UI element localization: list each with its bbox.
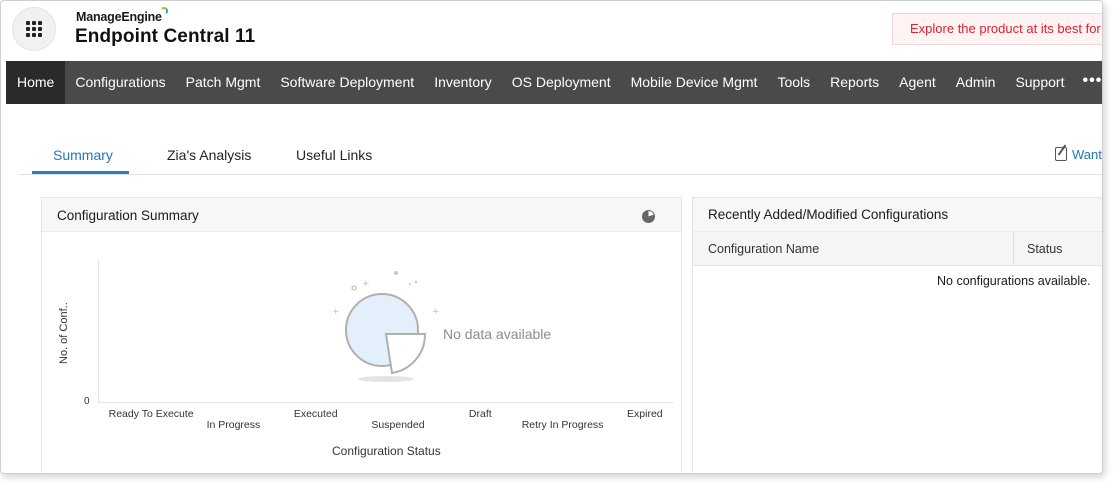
nav-item-os-deployment[interactable]: OS Deployment <box>502 61 621 104</box>
app-window: ManageEngine Endpoint Central 11 Explore… <box>0 0 1103 474</box>
want-link-label: Want <box>1072 147 1102 162</box>
grid-icon <box>26 21 42 37</box>
nav-item-support[interactable]: Support <box>1005 61 1074 104</box>
app-launcher-button[interactable] <box>12 7 56 51</box>
want-link[interactable]: Want <box>1055 147 1102 162</box>
configuration-chart: No. of Conf.. 0 + + + No data available … <box>42 232 682 473</box>
more-menu-icon[interactable]: ••• <box>1074 61 1102 104</box>
svg-text:+: + <box>432 307 440 317</box>
x-tick-label: Ready To Execute <box>108 408 194 420</box>
x-tick-label: Draft <box>468 408 492 420</box>
y-axis-label: No. of Conf.. <box>58 302 70 364</box>
x-tick-label: In Progress <box>206 419 261 431</box>
promo-banner[interactable]: Explore the product at its best for 2 <box>892 13 1102 45</box>
recent-configurations-panel: Recently Added/Modified Configurations C… <box>692 197 1102 473</box>
x-tick-label: Suspended <box>371 419 425 431</box>
x-axis <box>98 402 674 403</box>
empty-table-message: No configurations available. <box>937 274 1091 288</box>
header: ManageEngine Endpoint Central 11 Explore… <box>1 1 1102 61</box>
x-tick-label: Expired <box>627 408 663 420</box>
nav-item-home[interactable]: Home <box>6 61 66 104</box>
empty-pie-illustration: + + + <box>332 271 440 382</box>
panel-title: Configuration Summary <box>57 208 199 223</box>
tab-summary[interactable]: Summary <box>53 147 113 163</box>
manageengine-logo: ManageEngine <box>76 7 168 24</box>
nav-item-software-deployment[interactable]: Software Deployment <box>270 61 424 104</box>
panel-title: Recently Added/Modified Configurations <box>708 207 949 222</box>
tab-bar: Summary Zia's Analysis Useful Links <box>19 139 1102 175</box>
tab-zias-analysis[interactable]: Zia's Analysis <box>167 147 251 163</box>
nav-item-reports[interactable]: Reports <box>820 61 889 104</box>
nav-item-inventory[interactable]: Inventory <box>424 61 502 104</box>
nav-item-patch-mgmt[interactable]: Patch Mgmt <box>176 61 271 104</box>
svg-text:+: + <box>332 307 340 317</box>
brand-name: ManageEngine <box>76 10 162 24</box>
active-tab-indicator <box>32 171 129 174</box>
nav-item-mobile-device-mgmt[interactable]: Mobile Device Mgmt <box>621 61 768 104</box>
x-tick-label: Executed <box>293 408 338 420</box>
column-configuration-name[interactable]: Configuration Name <box>708 242 819 256</box>
nav-item-tools[interactable]: Tools <box>767 61 820 104</box>
logo-arc-icon <box>160 7 168 15</box>
pie-chart-icon[interactable] <box>642 210 655 223</box>
column-status[interactable]: Status <box>1027 242 1062 256</box>
svg-text:+: + <box>362 279 370 289</box>
nav-item-configurations[interactable]: Configurations <box>65 61 175 104</box>
no-data-message: No data available <box>443 326 552 342</box>
edit-note-icon <box>1055 147 1067 161</box>
y-tick-zero: 0 <box>84 396 90 407</box>
product-title: Endpoint Central 11 <box>75 26 256 47</box>
column-divider <box>1013 232 1014 266</box>
x-tick-label: Retry In Progress <box>521 419 604 431</box>
panel-header: Configuration Summary <box>42 198 681 232</box>
configuration-summary-panel: Configuration Summary No. of Conf.. 0 + … <box>41 197 682 473</box>
nav-item-agent[interactable]: Agent <box>889 61 946 104</box>
tab-useful-links[interactable]: Useful Links <box>296 147 372 163</box>
table-header: Configuration Name Status <box>693 232 1102 266</box>
main-nav: Home Configurations Patch Mgmt Software Dep… <box>6 61 1102 104</box>
nav-item-admin[interactable]: Admin <box>946 61 1006 104</box>
x-axis-title: Configuration Status <box>332 444 441 458</box>
panel-header: Recently Added/Modified Configurations <box>693 198 1102 232</box>
y-axis <box>98 260 99 402</box>
